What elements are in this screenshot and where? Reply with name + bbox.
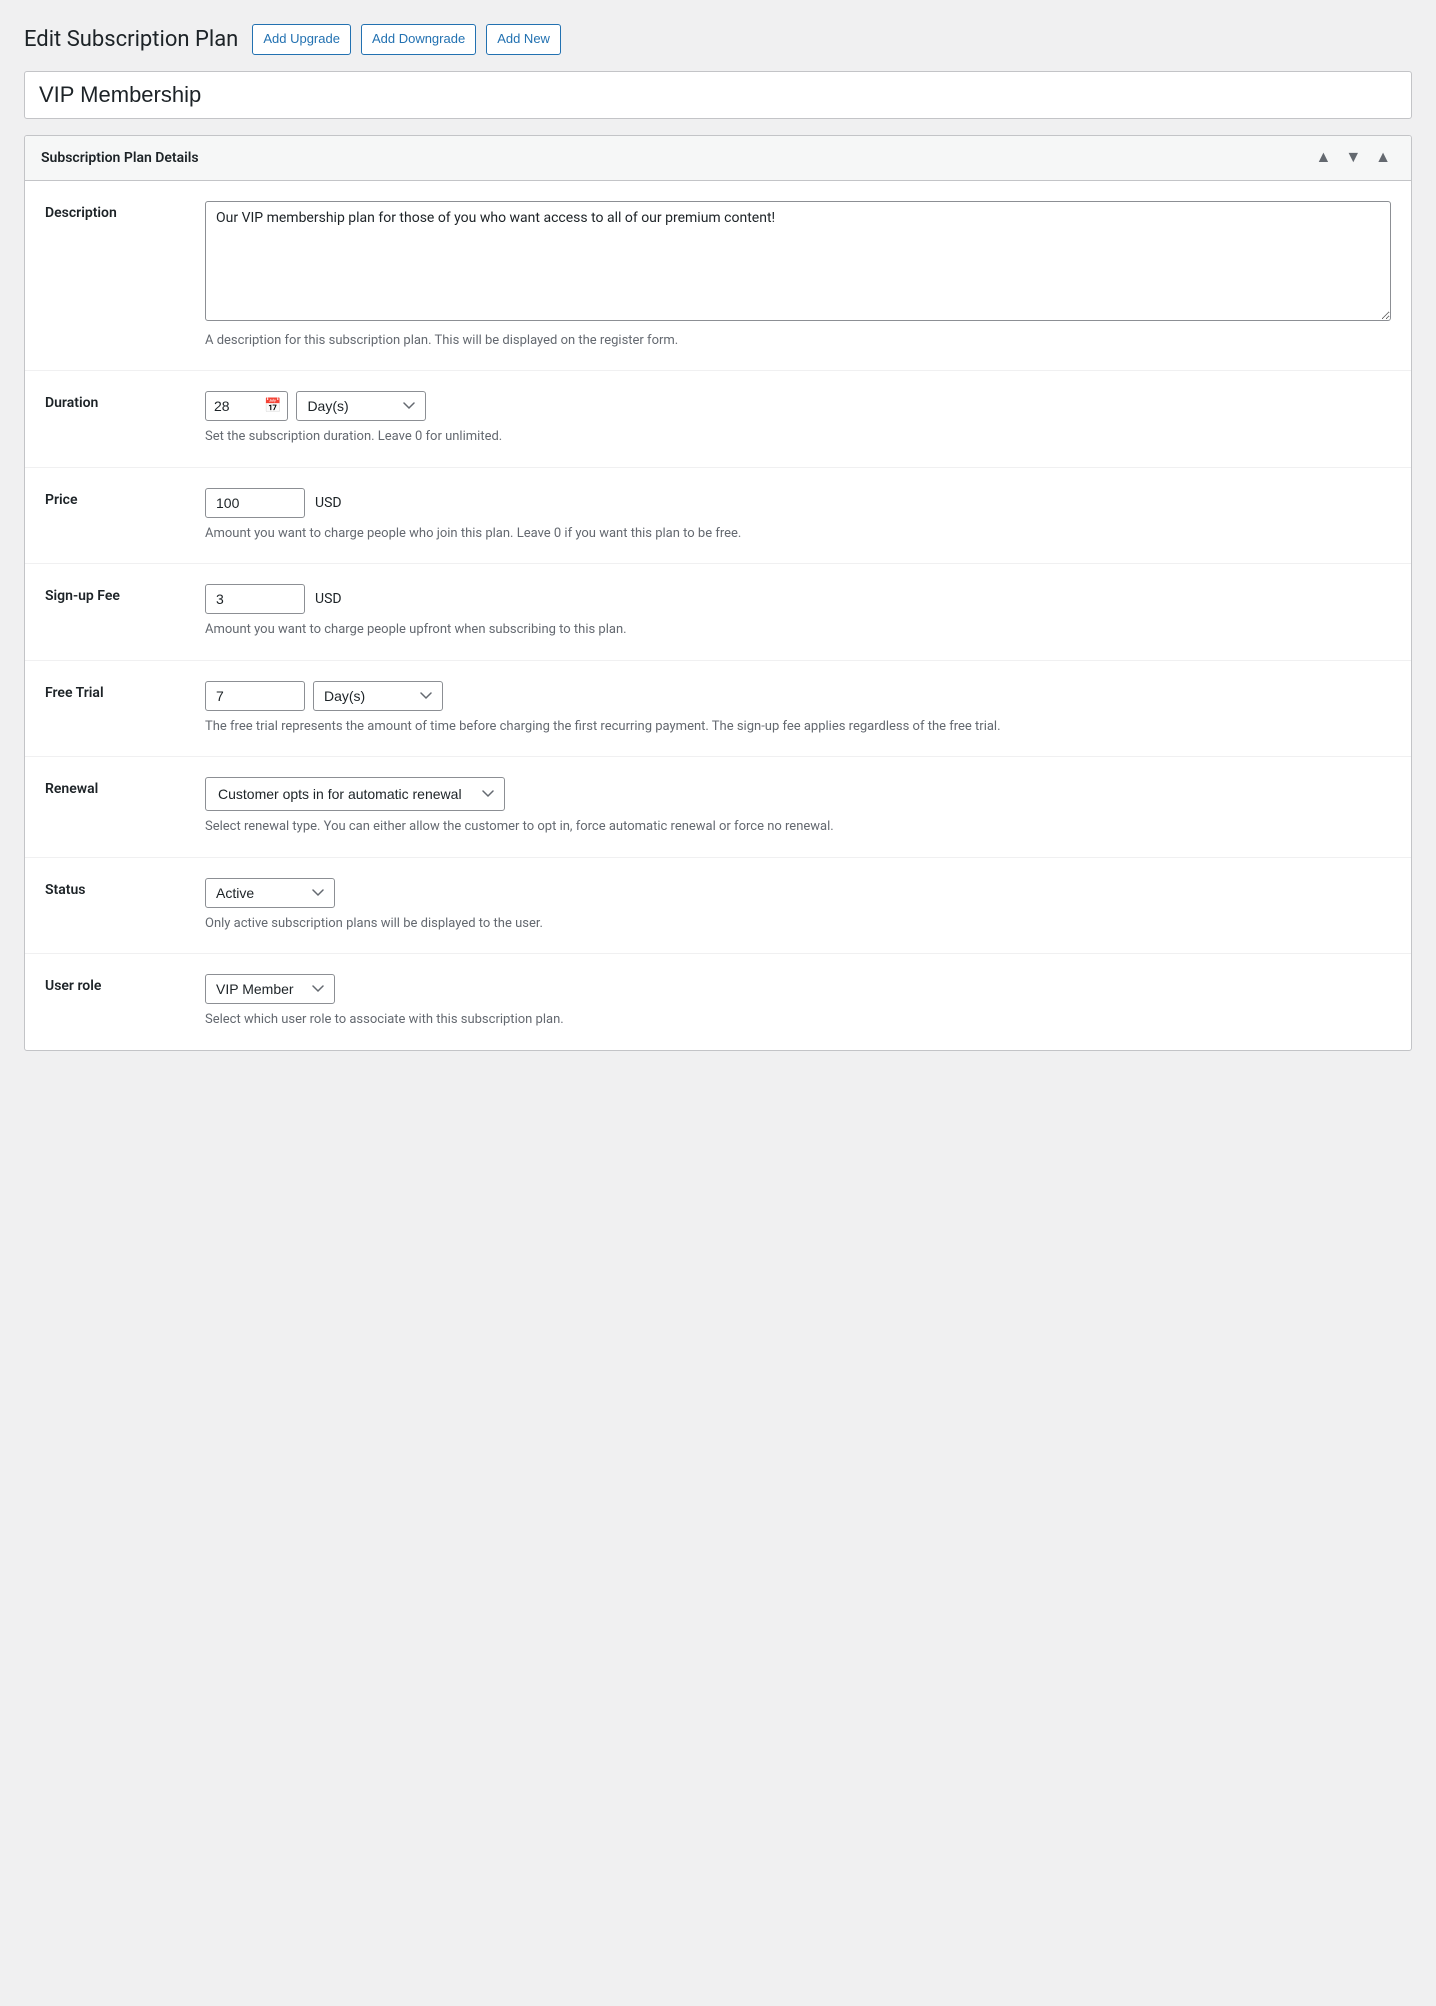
free-trial-unit-select[interactable]: Day(s) Week(s) Month(s) Year(s)	[313, 681, 443, 711]
duration-hint: Set the subscription duration. Leave 0 f…	[205, 427, 1391, 447]
free-trial-label: Free Trial	[45, 681, 185, 701]
add-upgrade-button[interactable]: Add Upgrade	[252, 24, 351, 55]
price-hint: Amount you want to charge people who joi…	[205, 524, 1391, 544]
duration-content: 📅 Day(s) Week(s) Month(s) Year(s) Set th…	[205, 391, 1391, 447]
free-trial-content: Day(s) Week(s) Month(s) Year(s) The free…	[205, 681, 1391, 737]
description-label: Description	[45, 201, 185, 221]
move-up-button[interactable]: ▲	[1311, 148, 1335, 168]
plan-name-input[interactable]	[39, 82, 1397, 108]
user-role-content: VIP Member Subscriber Editor Administrat…	[205, 974, 1391, 1030]
price-input[interactable]	[205, 488, 305, 518]
description-content: Our VIP membership plan for those of you…	[205, 201, 1391, 351]
card-header-controls: ▲ ▼ ▲	[1311, 148, 1395, 168]
user-role-select[interactable]: VIP Member Subscriber Editor Administrat…	[205, 974, 335, 1004]
renewal-row: Renewal Customer opts in for automatic r…	[25, 757, 1411, 858]
free-trial-inputs: Day(s) Week(s) Month(s) Year(s)	[205, 681, 1391, 711]
calendar-icon: 📅	[264, 398, 281, 414]
signup-fee-hint: Amount you want to charge people upfront…	[205, 620, 1391, 640]
duration-number-input[interactable]	[214, 392, 264, 420]
description-row: Description Our VIP membership plan for …	[25, 181, 1411, 372]
price-inputs: USD	[205, 488, 1391, 518]
page-header: Edit Subscription Plan Add Upgrade Add D…	[24, 24, 1412, 55]
duration-unit-select[interactable]: Day(s) Week(s) Month(s) Year(s)	[296, 391, 426, 421]
signup-fee-inputs: USD	[205, 584, 1391, 614]
plan-name-box	[24, 71, 1412, 119]
duration-row: Duration 📅 Day(s) Week(s) Month(s) Year(…	[25, 371, 1411, 468]
collapse-button[interactable]: ▲	[1371, 148, 1395, 168]
status-row: Status Active Inactive Only active subsc…	[25, 858, 1411, 955]
renewal-content: Customer opts in for automatic renewal F…	[205, 777, 1391, 837]
renewal-hint: Select renewal type. You can either allo…	[205, 817, 1391, 837]
card-header: Subscription Plan Details ▲ ▼ ▲	[25, 136, 1411, 181]
user-role-hint: Select which user role to associate with…	[205, 1010, 1391, 1030]
free-trial-hint: The free trial represents the amount of …	[205, 717, 1391, 737]
free-trial-row: Free Trial Day(s) Week(s) Month(s) Year(…	[25, 661, 1411, 758]
user-role-label: User role	[45, 974, 185, 994]
signup-fee-row: Sign-up Fee USD Amount you want to charg…	[25, 564, 1411, 661]
user-role-row: User role VIP Member Subscriber Editor A…	[25, 954, 1411, 1050]
renewal-label: Renewal	[45, 777, 185, 797]
card-header-title: Subscription Plan Details	[41, 150, 199, 166]
price-label: Price	[45, 488, 185, 508]
status-select[interactable]: Active Inactive	[205, 878, 335, 908]
status-label: Status	[45, 878, 185, 898]
duration-label: Duration	[45, 391, 185, 411]
add-new-button[interactable]: Add New	[486, 24, 561, 55]
price-currency: USD	[315, 495, 342, 511]
status-content: Active Inactive Only active subscription…	[205, 878, 1391, 934]
duration-input-wrap: 📅	[205, 391, 288, 421]
add-downgrade-button[interactable]: Add Downgrade	[361, 24, 476, 55]
signup-fee-content: USD Amount you want to charge people upf…	[205, 584, 1391, 640]
signup-fee-input[interactable]	[205, 584, 305, 614]
subscription-plan-details-card: Subscription Plan Details ▲ ▼ ▲ Descript…	[24, 135, 1412, 1051]
duration-inputs: 📅 Day(s) Week(s) Month(s) Year(s)	[205, 391, 1391, 421]
price-content: USD Amount you want to charge people who…	[205, 488, 1391, 544]
page-title: Edit Subscription Plan	[24, 27, 238, 52]
move-down-button[interactable]: ▼	[1341, 148, 1365, 168]
signup-fee-currency: USD	[315, 591, 342, 607]
description-hint: A description for this subscription plan…	[205, 331, 1391, 351]
signup-fee-label: Sign-up Fee	[45, 584, 185, 604]
status-hint: Only active subscription plans will be d…	[205, 914, 1391, 934]
form-body: Description Our VIP membership plan for …	[25, 181, 1411, 1050]
free-trial-number-input[interactable]	[205, 681, 305, 711]
description-textarea[interactable]: Our VIP membership plan for those of you…	[205, 201, 1391, 321]
renewal-select[interactable]: Customer opts in for automatic renewal F…	[205, 777, 505, 811]
price-row: Price USD Amount you want to charge peop…	[25, 468, 1411, 565]
